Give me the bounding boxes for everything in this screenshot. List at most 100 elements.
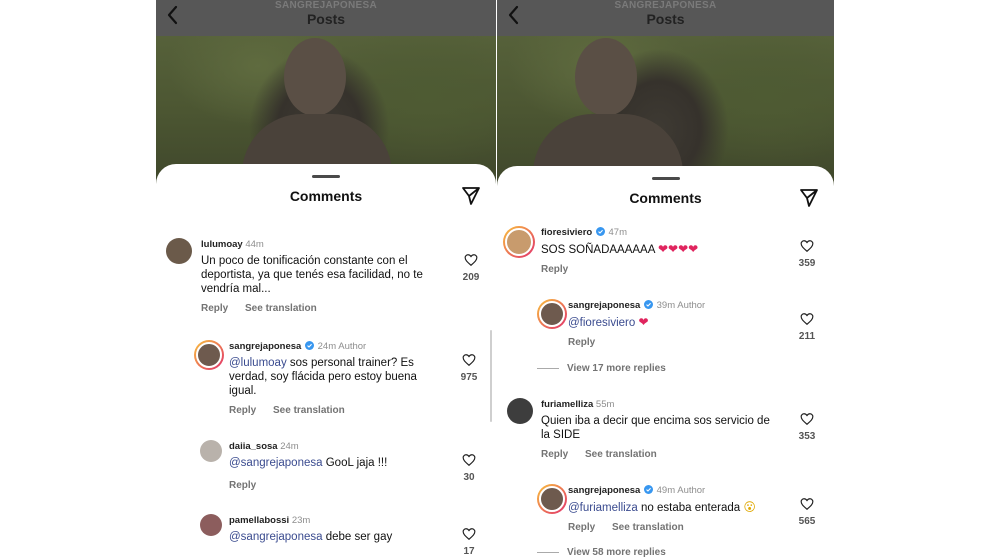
scrollbar[interactable] [490, 330, 492, 422]
like-count: 359 [798, 258, 816, 269]
comment-meta: daiia_sosa 24m [229, 441, 299, 452]
comment-actions: Reply See translation [541, 449, 671, 460]
sheet-grabber[interactable] [312, 175, 340, 178]
mention-link[interactable]: @sangrejaponesa [229, 457, 323, 469]
avatar[interactable] [200, 440, 222, 462]
mention-link[interactable]: @fioresiviero [568, 317, 635, 329]
avatar[interactable] [166, 238, 192, 264]
see-translation-button[interactable]: See translation [273, 405, 345, 416]
avatar[interactable] [200, 514, 222, 536]
avatar[interactable] [194, 340, 224, 370]
heart-icon[interactable] [462, 453, 476, 467]
page-title: Posts [646, 11, 685, 27]
comment-time: 55m [595, 399, 615, 410]
comment-time: 44m [245, 239, 264, 250]
comment-time: 39m [656, 300, 676, 311]
reply-button[interactable]: Reply [201, 303, 228, 314]
share-icon[interactable] [798, 186, 820, 208]
comment-time: 24m [280, 441, 299, 452]
see-translation-button[interactable]: See translation [245, 303, 317, 314]
heart-icon[interactable] [800, 497, 814, 511]
comment-meta: pamellabossi 23m [229, 515, 310, 526]
left-screenshot: SANGREJAPONESA Posts Comments lulumoay 4… [156, 0, 496, 558]
like-count: 211 [798, 331, 816, 342]
like-control: 30 [456, 453, 482, 483]
heart-emoji: ❤❤❤❤ [657, 242, 699, 256]
view-more-replies[interactable]: View 17 more replies [537, 363, 666, 374]
see-translation-button[interactable]: See translation [585, 449, 657, 460]
like-count: 30 [463, 472, 475, 483]
header-bar: SANGREJAPONESA Posts [497, 0, 834, 36]
heart-icon[interactable] [464, 253, 478, 267]
comment-text: @furiamelliza no estaba enterada 😮 [568, 500, 788, 515]
comment-username[interactable]: pamellabossi [229, 515, 289, 526]
mention-link[interactable]: @sangrejaponesa [229, 531, 323, 543]
like-control: 975 [456, 353, 482, 383]
comment-time: 47m [608, 227, 627, 238]
photo-subject [284, 38, 346, 116]
comment-username[interactable]: sangrejaponesa [568, 485, 640, 496]
heart-icon[interactable] [462, 527, 476, 541]
share-icon[interactable] [460, 184, 482, 206]
like-count: 975 [460, 372, 478, 383]
comment-body: GooL jaja !!! [322, 457, 388, 469]
comment-actions: Reply See translation [229, 405, 359, 416]
comment-text: @fioresiviero ❤ [568, 315, 788, 330]
sheet-title: Comments [629, 190, 702, 206]
post-photo[interactable] [497, 36, 834, 186]
see-translation-button[interactable]: See translation [612, 522, 684, 533]
author-badge: Author [677, 300, 706, 311]
comment-meta: sangrejaponesa 24m Author [229, 341, 366, 352]
like-control: 17 [456, 527, 482, 557]
like-count: 353 [798, 431, 816, 442]
comment-username[interactable]: lulumoay [201, 239, 243, 250]
comment-username[interactable]: sangrejaponesa [229, 341, 301, 352]
comment-meta: sangrejaponesa 49m Author [568, 485, 705, 496]
heart-emoji: ❤ [638, 315, 649, 329]
comment-reply: sangrejaponesa 49m Author @furiamelliza … [537, 484, 825, 558]
heart-icon[interactable] [462, 353, 476, 367]
reply-button[interactable]: Reply [541, 264, 568, 275]
verified-icon [595, 227, 605, 236]
comment-actions: Reply See translation [568, 522, 698, 533]
comment-time: 24m [317, 341, 337, 352]
comment-username[interactable]: sangrejaponesa [568, 300, 640, 311]
comment-actions: Reply [568, 337, 609, 348]
avatar[interactable] [537, 299, 567, 329]
reply-button[interactable]: Reply [229, 405, 256, 416]
like-control: 353 [794, 412, 820, 442]
heart-icon[interactable] [800, 239, 814, 253]
verified-icon [643, 300, 653, 309]
mention-link[interactable]: @lulumoay [229, 357, 287, 369]
avatar[interactable] [507, 398, 533, 424]
avatar[interactable] [503, 226, 535, 258]
reply-button[interactable]: Reply [568, 337, 595, 348]
like-control: 209 [458, 253, 484, 283]
heart-icon[interactable] [800, 312, 814, 326]
comment-item: furiamelliza 55m Quien iba a decir que e… [507, 398, 825, 468]
comment-username[interactable]: daiia_sosa [229, 441, 278, 452]
reply-button[interactable]: Reply [229, 480, 256, 491]
mention-link[interactable]: @furiamelliza [568, 502, 638, 514]
header-username: SANGREJAPONESA [275, 0, 377, 11]
header-username: SANGREJAPONESA [614, 0, 717, 11]
verified-icon [643, 485, 653, 494]
reply-button[interactable]: Reply [568, 522, 595, 533]
view-more-replies[interactable]: View 58 more replies [537, 547, 666, 558]
comment-username[interactable]: furiamelliza [541, 399, 593, 410]
comment-username[interactable]: fioresiviero [541, 227, 592, 238]
heart-icon[interactable] [800, 412, 814, 426]
comment-text: Un poco de tonificación constante con el… [201, 255, 423, 295]
like-control: 359 [794, 239, 820, 269]
like-count: 565 [798, 516, 816, 527]
sheet-grabber[interactable] [651, 177, 680, 180]
comment-reply: pamellabossi 23m @sangrejaponesa debe se… [200, 514, 486, 558]
comment-actions: Reply See translation [201, 303, 331, 314]
reply-button[interactable]: Reply [541, 449, 568, 460]
comment-item: lulumoay 44m Un poco de tonificación con… [166, 238, 486, 318]
comment-meta: fioresiviero 47m [541, 227, 627, 238]
page-title: Posts [306, 11, 346, 27]
avatar[interactable] [537, 484, 567, 514]
comment-item: fioresiviero 47m SOS SOÑADAAAAAA ❤❤❤❤ Re… [503, 226, 825, 282]
comment-reply: sangrejaponesa 39m Author @fioresiviero … [537, 299, 825, 379]
